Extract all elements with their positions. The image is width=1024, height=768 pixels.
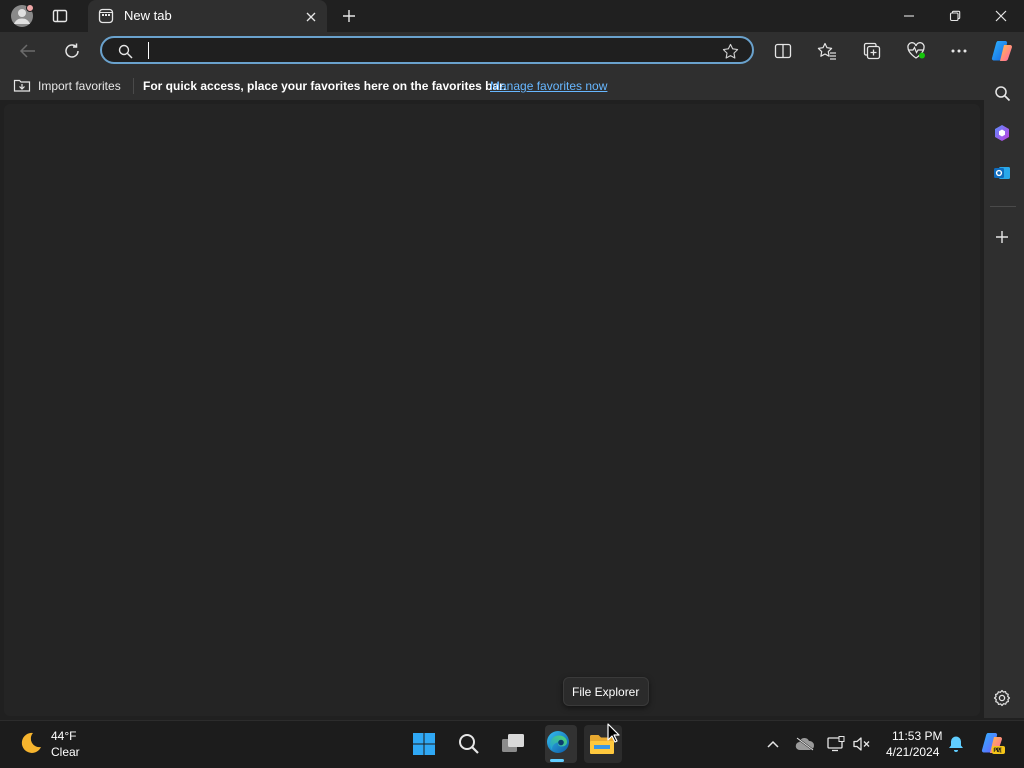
task-view-icon[interactable]: [499, 730, 527, 758]
favorites-bar-message: For quick access, place your favorites h…: [143, 79, 507, 93]
back-icon[interactable]: [16, 40, 40, 62]
copilot-icon[interactable]: [989, 38, 1015, 64]
address-bar[interactable]: [100, 36, 754, 64]
tab-title: New tab: [124, 8, 172, 23]
tooltip-text: File Explorer: [572, 685, 640, 699]
add-favorite-star-icon[interactable]: [720, 41, 740, 61]
mouse-cursor-icon: [607, 723, 621, 743]
edge-icon[interactable]: [545, 729, 571, 755]
manage-favorites-link[interactable]: Manage favorites now: [490, 79, 607, 93]
collections-icon[interactable]: [861, 40, 883, 62]
taskbar-search-icon[interactable]: [455, 730, 483, 758]
new-tab-icon[interactable]: [338, 5, 360, 27]
weather-temperature[interactable]: 44°F: [51, 729, 76, 743]
edge-running-indicator: [550, 759, 564, 762]
new-tab-page-icon: [97, 7, 115, 25]
more-menu-icon[interactable]: [948, 40, 970, 62]
volume-mute-icon[interactable]: [852, 735, 872, 753]
import-favorites-button[interactable]: Import favorites: [38, 79, 121, 93]
sidebar-search-icon[interactable]: [991, 82, 1013, 104]
outlook-icon[interactable]: [991, 162, 1013, 184]
weather-condition[interactable]: Clear: [51, 745, 80, 759]
favorites-divider: [133, 78, 134, 94]
onedrive-offline-icon[interactable]: [794, 735, 816, 753]
profile-avatar-icon[interactable]: [10, 4, 34, 28]
clock-time[interactable]: 11:53 PM: [892, 729, 942, 743]
minimize-icon[interactable]: [893, 4, 925, 28]
sidebar-divider: [990, 206, 1016, 207]
notification-bell-icon[interactable]: [947, 735, 965, 753]
search-icon: [116, 42, 134, 60]
sidebar-settings-icon[interactable]: [991, 687, 1013, 709]
display-icon[interactable]: [826, 735, 846, 753]
split-screen-icon[interactable]: [772, 40, 794, 62]
start-windows-icon[interactable]: [410, 730, 438, 758]
weather-moon-icon[interactable]: [17, 729, 45, 757]
copilot-pre-icon[interactable]: [980, 731, 1006, 757]
import-favorites-icon[interactable]: [13, 77, 31, 93]
clock-date[interactable]: 4/21/2024: [886, 745, 939, 759]
favorites-icon[interactable]: [816, 40, 838, 62]
page-content[interactable]: [4, 104, 980, 716]
refresh-icon[interactable]: [60, 40, 84, 62]
copilot-sidebar-icon[interactable]: [991, 122, 1013, 144]
tab-actions-icon[interactable]: [50, 6, 70, 26]
restore-icon[interactable]: [939, 4, 971, 28]
show-hidden-icons-chevron[interactable]: [764, 736, 782, 752]
close-tab-icon[interactable]: [302, 8, 320, 26]
add-sidebar-app-icon[interactable]: [991, 226, 1013, 248]
address-text-caret: [148, 42, 149, 59]
close-window-icon[interactable]: [985, 4, 1017, 28]
browser-essentials-icon[interactable]: [905, 40, 927, 62]
